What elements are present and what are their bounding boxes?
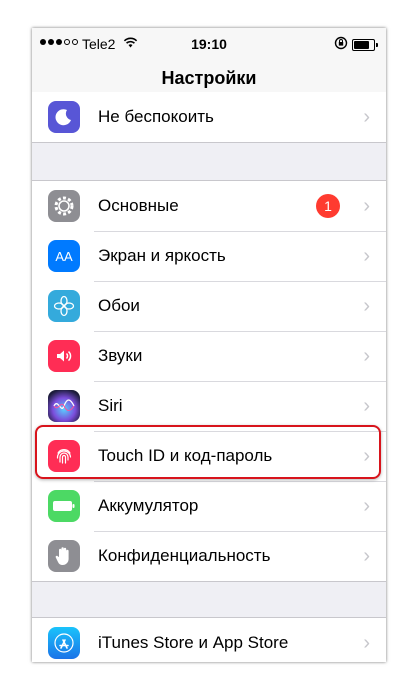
settings-row-battery[interactable]: Аккумулятор ›: [32, 481, 386, 531]
clock: 19:10: [191, 36, 227, 52]
chevron-right-icon: ›: [363, 295, 370, 317]
notification-badge: 1: [316, 194, 340, 218]
settings-row-wallpaper[interactable]: Обои ›: [32, 281, 386, 331]
settings-row-display-brightness[interactable]: AA Экран и яркость ›: [32, 231, 386, 281]
app-store-icon: [48, 627, 80, 659]
hand-icon: [48, 540, 80, 572]
chevron-right-icon: ›: [363, 395, 370, 417]
settings-row-siri[interactable]: Siri ›: [32, 381, 386, 431]
chevron-right-icon: ›: [363, 245, 370, 267]
settings-row-label: Основные: [98, 196, 179, 215]
gear-icon: [48, 190, 80, 222]
settings-row-label: Не беспокоить: [98, 107, 214, 126]
settings-row-label: Конфиденциальность: [98, 546, 271, 565]
text-size-icon: AA: [48, 240, 80, 272]
moon-icon: [48, 101, 80, 133]
settings-row-general[interactable]: Основные 1 ›: [32, 181, 386, 231]
chevron-right-icon: ›: [363, 345, 370, 367]
siri-icon: [48, 390, 80, 422]
speaker-icon: [48, 340, 80, 372]
chevron-right-icon: ›: [363, 106, 370, 128]
settings-group-dnd: Не беспокоить ›: [32, 92, 386, 143]
phone-screen: Tele2 19:10 Настройки Не беспокоить › Ос…: [32, 28, 386, 662]
settings-row-label: iTunes Store и App Store: [98, 633, 289, 652]
status-bar: Tele2 19:10: [32, 28, 386, 62]
rotation-lock-icon: [334, 36, 348, 50]
page-title: Настройки: [161, 68, 257, 88]
chevron-right-icon: ›: [363, 545, 370, 567]
settings-group-stores: iTunes Store и App Store ›: [32, 617, 386, 662]
chevron-right-icon: ›: [363, 195, 370, 217]
battery-icon: [48, 490, 80, 522]
settings-row-label: Обои: [98, 296, 140, 315]
settings-row-do-not-disturb[interactable]: Не беспокоить ›: [32, 92, 386, 142]
chevron-right-icon: ›: [363, 632, 370, 654]
settings-group-main: Основные 1 › AA Экран и яркость › Обои ›…: [32, 180, 386, 582]
touch-id-highlight-frame: [35, 425, 381, 479]
chevron-right-icon: ›: [363, 495, 370, 517]
settings-row-label: Звуки: [98, 346, 143, 365]
settings-row-label: Siri: [98, 396, 123, 415]
settings-row-label: Аккумулятор: [98, 496, 199, 515]
settings-row-itunes-app-store[interactable]: iTunes Store и App Store ›: [32, 618, 386, 662]
settings-row-label: Экран и яркость: [98, 246, 226, 265]
settings-row-privacy[interactable]: Конфиденциальность ›: [32, 531, 386, 581]
flower-icon: [48, 290, 80, 322]
settings-row-sounds[interactable]: Звуки ›: [32, 331, 386, 381]
battery-level-fill: [354, 41, 369, 49]
battery-status-icon: [352, 39, 378, 51]
